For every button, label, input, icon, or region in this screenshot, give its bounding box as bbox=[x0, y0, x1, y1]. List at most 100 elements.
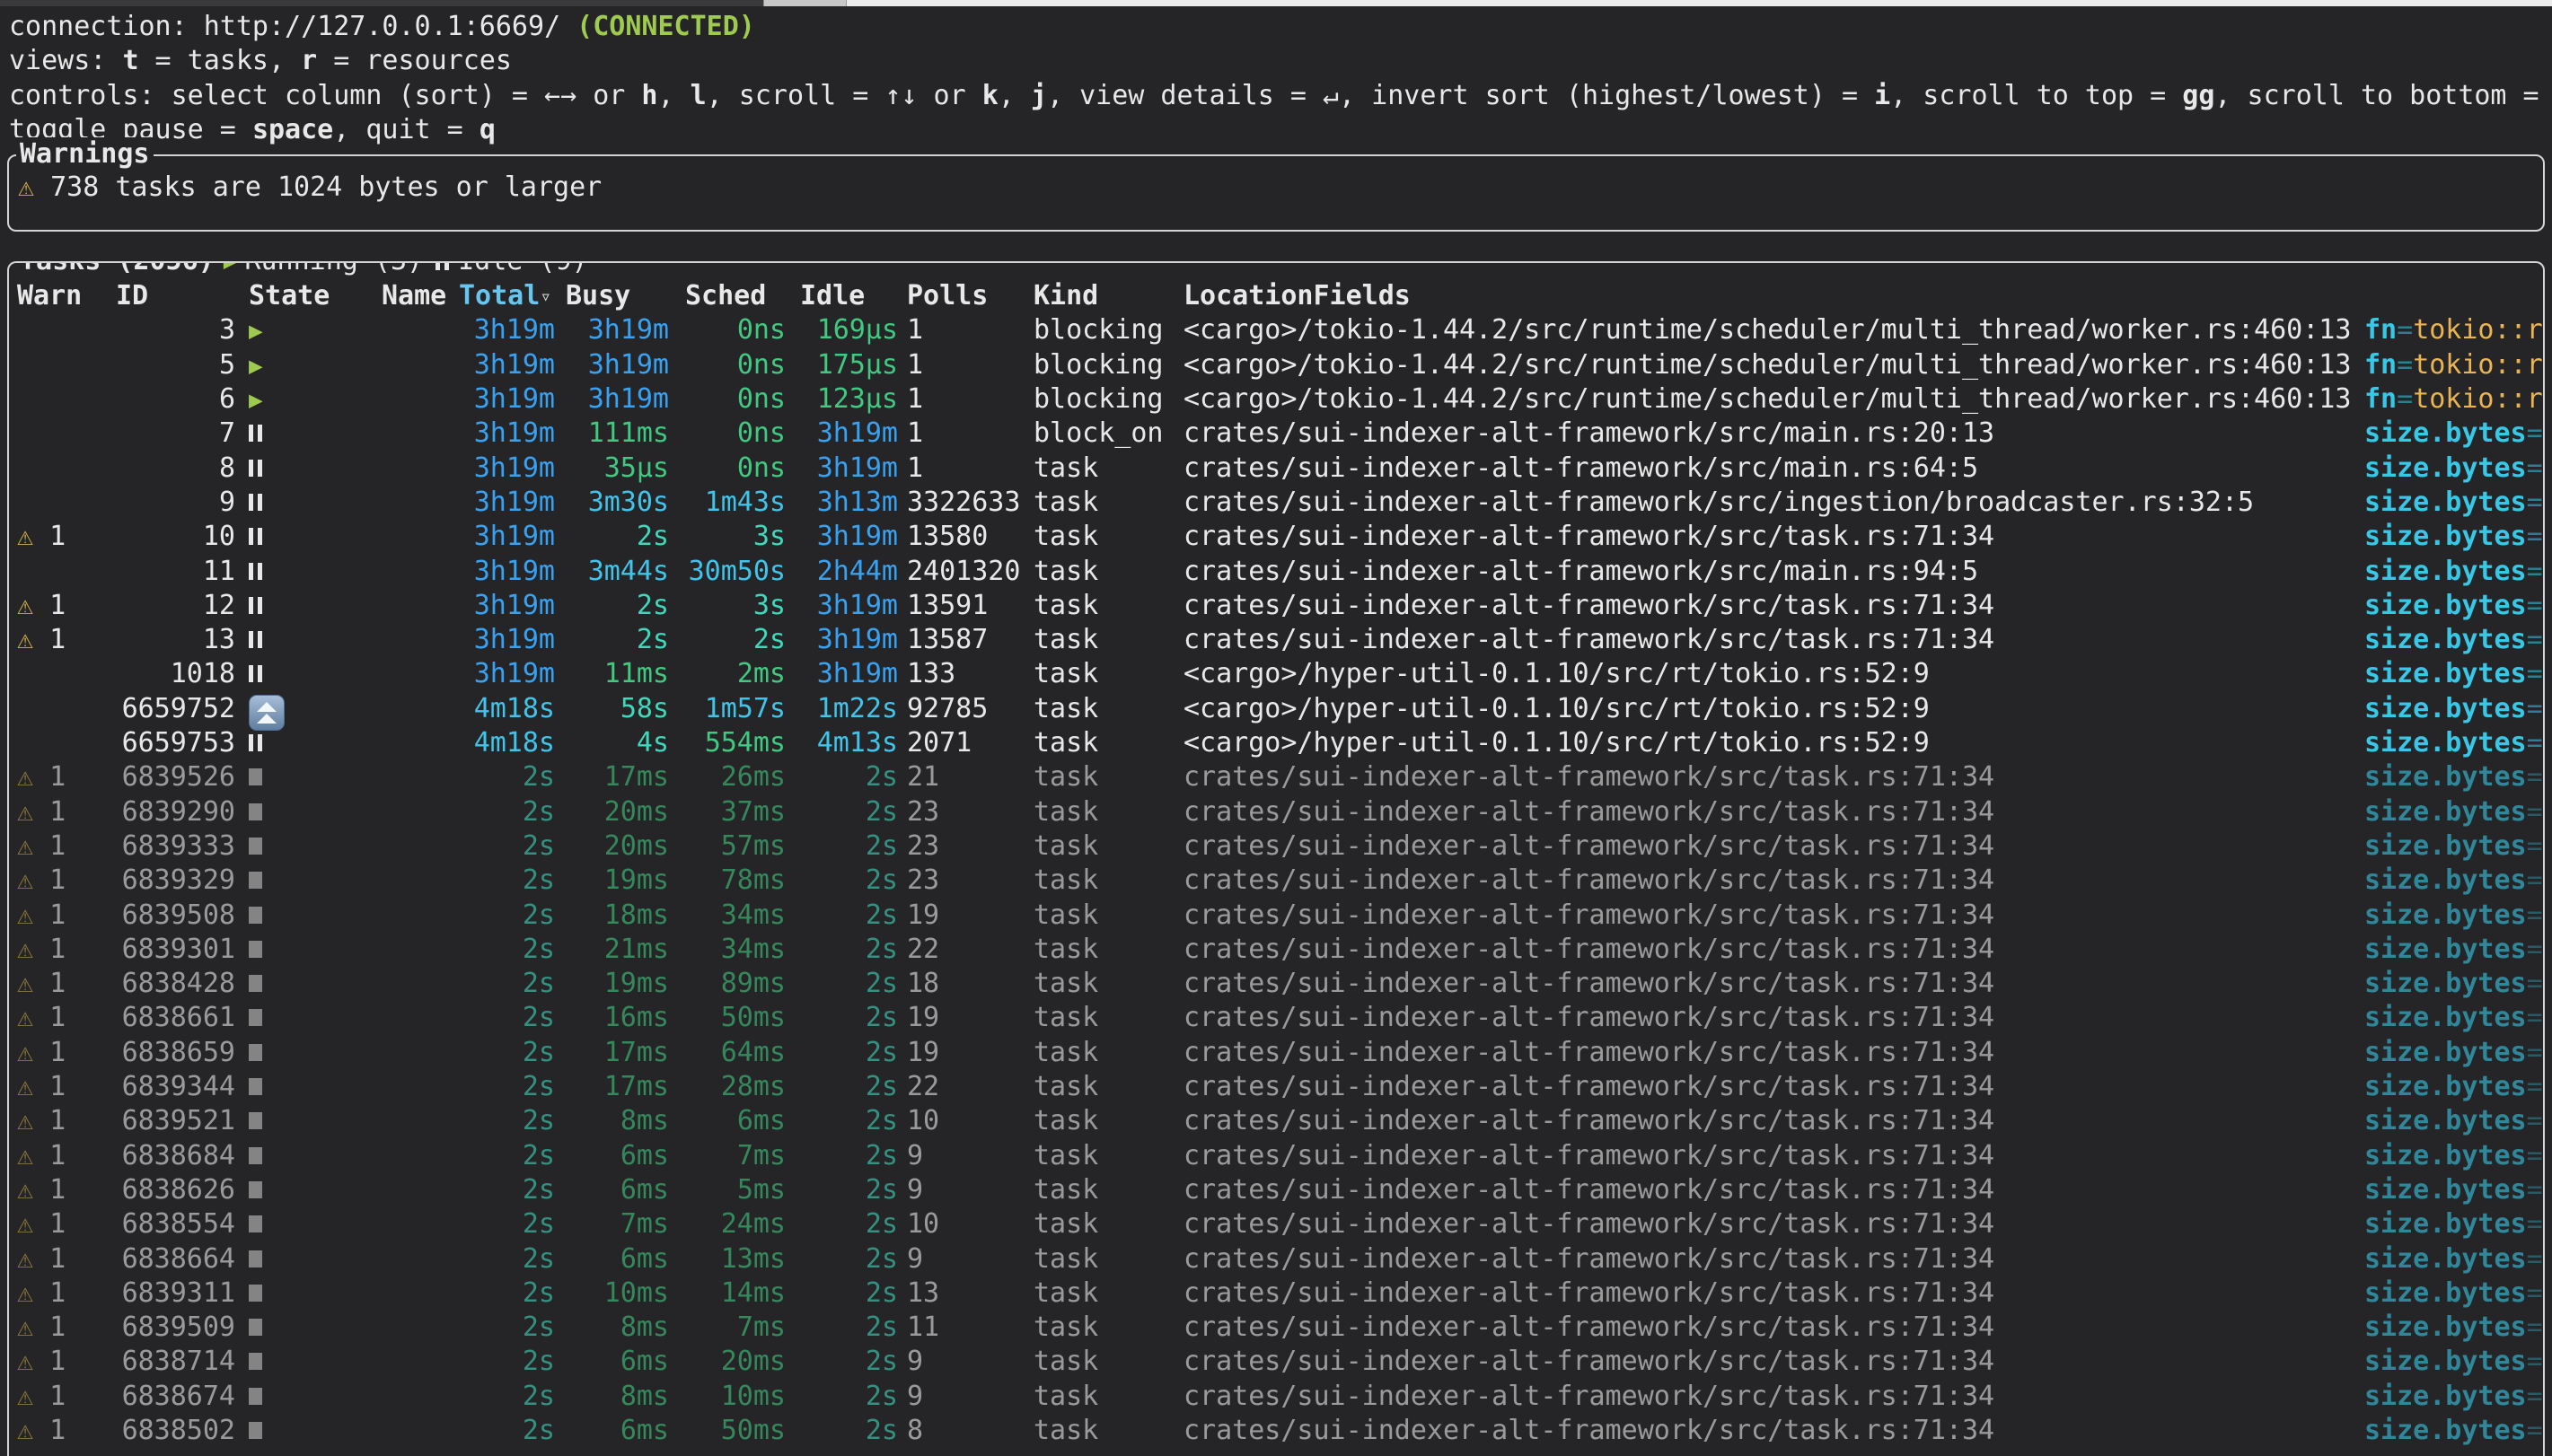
pause-icon bbox=[249, 562, 262, 580]
task-location-cell: <cargo>/tokio-1.44.2/src/runtime/schedul… bbox=[1184, 382, 2364, 417]
tasks-panel: Tasks (2056)▶Running (3)Idle (9) WarnIDS… bbox=[7, 261, 2545, 1456]
task-polls-cell: 19 bbox=[907, 899, 1034, 933]
task-row[interactable]: ⚠ 168393332s20ms57ms2s23taskcrates/sui-i… bbox=[17, 829, 2543, 864]
task-row[interactable]: ⚠ 168393442s17ms28ms2s22taskcrates/sui-i… bbox=[17, 1070, 2543, 1104]
task-row[interactable]: 6▶3h19m3h19m0ns123µs1blocking<cargo>/tok… bbox=[17, 382, 2543, 417]
pause-icon bbox=[249, 425, 262, 443]
task-row[interactable]: ⚠ 168384282s19ms89ms2s18taskcrates/sui-i… bbox=[17, 967, 2543, 1001]
task-row[interactable]: ⚠ 168393012s21ms34ms2s22taskcrates/sui-i… bbox=[17, 933, 2543, 967]
task-total-cell: 3h19m bbox=[459, 417, 555, 451]
task-row[interactable]: ⚠ 168386592s17ms64ms2s19taskcrates/sui-i… bbox=[17, 1036, 2543, 1070]
running-icon: ▶ bbox=[249, 387, 263, 414]
task-total-cell: 2s bbox=[459, 1207, 555, 1241]
task-id-cell: 1018 bbox=[116, 657, 235, 691]
task-row[interactable]: ⚠ 168395262s17ms26ms2s21taskcrates/sui-i… bbox=[17, 760, 2543, 794]
completed-icon bbox=[249, 975, 262, 992]
column-header-warn[interactable]: Warn bbox=[17, 279, 116, 313]
column-header-polls[interactable]: Polls bbox=[907, 279, 1034, 313]
task-row[interactable]: ⚠ 168386842s6ms7ms2s9taskcrates/sui-inde… bbox=[17, 1139, 2543, 1173]
task-warn-cell: ⚠ 1 bbox=[17, 1345, 116, 1379]
task-state-cell bbox=[249, 417, 382, 451]
task-row[interactable]: ⚠ 168387142s6ms20ms2s9taskcrates/sui-ind… bbox=[17, 1345, 2543, 1379]
task-sched-cell: 50ms bbox=[685, 1001, 786, 1035]
task-idle-cell: 3h19m bbox=[800, 417, 898, 451]
column-header-total[interactable]: Total▿ bbox=[459, 279, 555, 313]
task-row[interactable]: ⚠ 168385022s6ms50ms2s8taskcrates/sui-ind… bbox=[17, 1414, 2543, 1448]
task-total-cell: 2s bbox=[459, 1380, 555, 1414]
task-warn-cell: ⚠ 1 bbox=[17, 623, 116, 657]
task-fields-cell: size.bytes= bbox=[2364, 829, 2543, 864]
task-polls-cell: 18 bbox=[907, 967, 1034, 1001]
column-header-location[interactable]: Location bbox=[1184, 279, 1314, 313]
task-row[interactable]: ⚠ 168395092s8ms7ms2s11taskcrates/sui-ind… bbox=[17, 1311, 2543, 1345]
task-sched-cell: 50ms bbox=[685, 1414, 786, 1448]
task-row[interactable]: ⚠ 168393292s19ms78ms2s23taskcrates/sui-i… bbox=[17, 864, 2543, 898]
task-row[interactable]: ⚠ 168386742s8ms10ms2s9taskcrates/sui-ind… bbox=[17, 1380, 2543, 1414]
task-location-cell: crates/sui-indexer-alt-framework/src/tas… bbox=[1184, 1207, 2364, 1241]
task-polls-cell: 92785 bbox=[907, 692, 1034, 726]
column-header-fields[interactable]: Fields bbox=[1314, 279, 2544, 313]
task-row[interactable]: ⚠ 168395082s18ms34ms2s19taskcrates/sui-i… bbox=[17, 899, 2543, 933]
task-id-cell: 6839290 bbox=[116, 795, 235, 829]
task-location-cell: crates/sui-indexer-alt-framework/src/tas… bbox=[1184, 1001, 2364, 1035]
task-row[interactable]: ⚠ 1123h19m2s3s3h19m13591taskcrates/sui-i… bbox=[17, 589, 2543, 623]
task-total-cell: 2s bbox=[459, 1345, 555, 1379]
column-header-state[interactable]: State bbox=[249, 279, 382, 313]
task-fields-cell: fn=tokio::r bbox=[2364, 348, 2543, 382]
column-header-busy[interactable]: Busy bbox=[566, 279, 669, 313]
column-header-idle[interactable]: Idle bbox=[800, 279, 898, 313]
task-kind-cell: task bbox=[1034, 520, 1184, 554]
task-row[interactable]: 93h19m3m30s1m43s3h13m3322633taskcrates/s… bbox=[17, 486, 2543, 520]
task-warn-cell: ⚠ 1 bbox=[17, 1414, 116, 1448]
task-id-cell: 3 bbox=[116, 313, 235, 347]
task-kind-cell: task bbox=[1034, 829, 1184, 864]
task-row[interactable]: ⚠ 168395212s8ms6ms2s10taskcrates/sui-ind… bbox=[17, 1104, 2543, 1138]
completed-icon bbox=[249, 941, 262, 958]
task-total-cell: 2s bbox=[459, 899, 555, 933]
column-header-sched[interactable]: Sched bbox=[685, 279, 786, 313]
task-fields-cell: size.bytes= bbox=[2364, 1001, 2543, 1035]
task-busy-cell: 3h19m bbox=[566, 313, 669, 347]
task-location-cell: crates/sui-indexer-alt-framework/src/tas… bbox=[1184, 1276, 2364, 1311]
task-id-cell: 6838714 bbox=[116, 1345, 235, 1379]
task-kind-cell: task bbox=[1034, 1036, 1184, 1070]
completed-icon bbox=[249, 768, 262, 785]
column-header-name[interactable]: Name bbox=[382, 279, 459, 313]
column-header-id[interactable]: ID bbox=[116, 279, 235, 313]
task-row[interactable]: 113h19m3m44s30m50s2h44m2401320taskcrates… bbox=[17, 555, 2543, 589]
task-row[interactable]: 5▶3h19m3h19m0ns175µs1blocking<cargo>/tok… bbox=[17, 348, 2543, 382]
task-row[interactable]: ⚠ 168393112s10ms14ms2s13taskcrates/sui-i… bbox=[17, 1276, 2543, 1311]
task-busy-cell: 6ms bbox=[566, 1414, 669, 1448]
task-row[interactable]: ⚠ 168386262s6ms5ms2s9taskcrates/sui-inde… bbox=[17, 1173, 2543, 1207]
task-busy-cell: 8ms bbox=[566, 1380, 669, 1414]
task-polls-cell: 2401320 bbox=[907, 555, 1034, 589]
task-fields-cell: size.bytes= bbox=[2364, 1414, 2543, 1448]
task-row[interactable]: ⚠ 1103h19m2s3s3h19m13580taskcrates/sui-i… bbox=[17, 520, 2543, 554]
task-row[interactable]: ⚠ 1133h19m2s2s3h19m13587taskcrates/sui-i… bbox=[17, 623, 2543, 657]
task-state-cell bbox=[249, 555, 382, 589]
task-row[interactable]: 66597524m18s58s1m57s1m22s92785task<cargo… bbox=[17, 692, 2543, 726]
status-line-connection: connection: http://127.0.0.1:6669/ (CONN… bbox=[9, 10, 2552, 44]
task-fields-cell: size.bytes= bbox=[2364, 452, 2543, 486]
task-busy-cell: 2s bbox=[566, 520, 669, 554]
task-row[interactable]: 66597534m18s4s554ms4m13s2071task<cargo>/… bbox=[17, 726, 2543, 760]
task-id-cell: 6839333 bbox=[116, 829, 235, 864]
task-kind-cell: task bbox=[1034, 1276, 1184, 1311]
task-row[interactable]: 73h19m111ms0ns3h19m1block_oncrates/sui-i… bbox=[17, 417, 2543, 451]
task-location-cell: crates/sui-indexer-alt-framework/src/tas… bbox=[1184, 1036, 2364, 1070]
task-row[interactable]: ⚠ 168385542s7ms24ms2s10taskcrates/sui-in… bbox=[17, 1207, 2543, 1241]
task-row[interactable]: ⚠ 168386642s6ms13ms2s9taskcrates/sui-ind… bbox=[17, 1242, 2543, 1276]
task-location-cell: <cargo>/tokio-1.44.2/src/runtime/schedul… bbox=[1184, 348, 2364, 382]
task-row[interactable]: 83h19m35µs0ns3h19m1taskcrates/sui-indexe… bbox=[17, 452, 2543, 486]
task-row[interactable]: ⚠ 168392902s20ms37ms2s23taskcrates/sui-i… bbox=[17, 795, 2543, 829]
task-id-cell: 6839329 bbox=[116, 864, 235, 898]
task-id-cell: 6839526 bbox=[116, 760, 235, 794]
warning-icon: ⚠ bbox=[17, 1208, 33, 1240]
task-kind-cell: task bbox=[1034, 864, 1184, 898]
task-row[interactable]: 3▶3h19m3h19m0ns169µs1blocking<cargo>/tok… bbox=[17, 313, 2543, 347]
column-header-kind[interactable]: Kind bbox=[1034, 279, 1184, 313]
task-row[interactable]: ⚠ 168386612s16ms50ms2s19taskcrates/sui-i… bbox=[17, 1001, 2543, 1035]
task-warn-cell: ⚠ 1 bbox=[17, 589, 116, 623]
pause-icon bbox=[249, 493, 262, 511]
task-row[interactable]: 10183h19m11ms2ms3h19m133task<cargo>/hype… bbox=[17, 657, 2543, 691]
